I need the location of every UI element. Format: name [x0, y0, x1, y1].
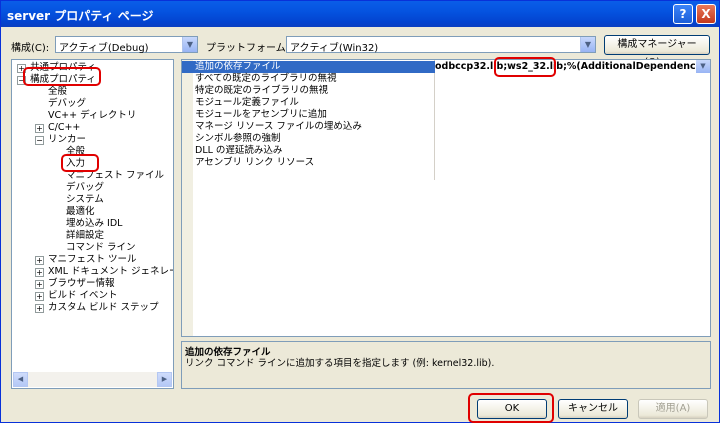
expand-icon[interactable]: + — [35, 304, 44, 313]
window-title: server プロパティ ページ — [7, 9, 154, 23]
expand-icon[interactable]: + — [35, 124, 44, 133]
grid-row-name: 追加の依存ファイル — [195, 61, 281, 72]
grid-row[interactable]: シンボル参照の強制 — [182, 133, 710, 145]
highlight-input — [61, 154, 99, 172]
config-select[interactable]: アクティブ(Debug) ▼ — [55, 36, 198, 54]
help-button[interactable]: ? — [673, 4, 693, 24]
tree-item-browse-info[interactable]: ブラウザー情報 — [48, 278, 115, 290]
grid-row[interactable]: マネージ リソース ファイルの埋め込み — [182, 121, 710, 133]
grid-row[interactable]: すべての既定のライブラリの無視 — [182, 73, 710, 85]
property-grid[interactable]: 追加の依存ファイル odbccp32.lib;ws2_32.lib;%(Addi… — [181, 59, 711, 337]
expand-icon[interactable]: + — [35, 280, 44, 289]
tree-item-linker-embedded-idl[interactable]: 埋め込み IDL — [66, 218, 122, 230]
tree-item-custom-build[interactable]: カスタム ビルド ステップ — [48, 302, 159, 314]
value-suffix: ;%(AdditionalDependencies) — [563, 61, 696, 72]
grid-row[interactable]: DLL の遅延読み込み — [182, 145, 710, 157]
title-bar[interactable]: server プロパティ ページ ? X — [1, 1, 719, 27]
expand-icon[interactable]: + — [35, 268, 44, 277]
grid-row-name: シンボル参照の強制 — [195, 133, 281, 144]
property-tree[interactable]: + 共通プロパティ − 構成プロパティ 全般 デバッグ VC++ ディレクトリ … — [11, 59, 174, 389]
tree-item-build-events[interactable]: ビルド イベント — [48, 290, 118, 302]
highlight-ws2-lib — [494, 57, 556, 77]
dependencies-value-field[interactable]: odbccp32.lib;ws2_32.lib;%(AdditionalDepe… — [435, 61, 696, 73]
tree-item-linker-system[interactable]: システム — [66, 194, 104, 206]
description-text: リンク コマンド ラインに追加する項目を指定します (例: kernel32.l… — [185, 358, 495, 369]
tree-item-cpp[interactable]: C/C++ — [48, 122, 80, 134]
config-label: 構成(C): — [11, 43, 50, 54]
chevron-down-icon: ▼ — [580, 37, 595, 52]
description-panel: 追加の依存ファイル リンク コマンド ラインに追加する項目を指定します (例: … — [181, 341, 711, 389]
platform-select-value: アクティブ(Win32) — [290, 43, 379, 54]
expand-icon[interactable]: + — [35, 256, 44, 265]
grid-row-name: アセンブリ リンク リソース — [195, 157, 315, 168]
cancel-button[interactable]: キャンセル — [558, 399, 628, 419]
tree-item-linker-debug[interactable]: デバッグ — [66, 182, 104, 194]
grid-row-name: DLL の遅延読み込み — [195, 145, 283, 156]
tree-item-xml-doc[interactable]: XML ドキュメント ジェネレーター — [48, 266, 173, 278]
tree-horizontal-scrollbar[interactable]: ◀ ▶ — [13, 372, 172, 387]
platform-select[interactable]: アクティブ(Win32) ▼ — [286, 36, 596, 54]
chevron-down-icon: ▼ — [182, 37, 197, 52]
tree-item-linker[interactable]: リンカー — [48, 134, 86, 146]
chevron-down-icon[interactable]: ▼ — [696, 60, 710, 73]
apply-button[interactable]: 適用(A) — [638, 399, 708, 419]
collapse-icon[interactable]: − — [35, 136, 44, 145]
grid-row[interactable]: モジュールをアセンブリに追加 — [182, 109, 710, 121]
tree-item-vc-dirs[interactable]: VC++ ディレクトリ — [48, 110, 136, 122]
properties-dialog: server プロパティ ページ ? X 構成(C): アクティブ(Debug)… — [0, 0, 720, 423]
tree-item-linker-optimization[interactable]: 最適化 — [66, 206, 95, 218]
scroll-left-icon[interactable]: ◀ — [13, 372, 28, 387]
grid-row-name: 特定の既定のライブラリの無視 — [195, 85, 329, 96]
grid-row[interactable]: アセンブリ リンク リソース — [182, 157, 710, 169]
grid-row[interactable]: モジュール定義ファイル — [182, 97, 710, 109]
grid-row[interactable]: 特定の既定のライブラリの無視 — [182, 85, 710, 97]
grid-row-name: モジュールをアセンブリに追加 — [195, 109, 327, 120]
tree-item-general[interactable]: 全般 — [48, 86, 67, 98]
expand-icon[interactable]: + — [35, 292, 44, 301]
grid-row-name: すべての既定のライブラリの無視 — [195, 73, 337, 84]
grid-row-name: モジュール定義ファイル — [195, 97, 299, 108]
grid-row-name: マネージ リソース ファイルの埋め込み — [195, 121, 362, 132]
tree-item-linker-command-line[interactable]: コマンド ライン — [66, 242, 136, 254]
close-button[interactable]: X — [696, 4, 716, 24]
tree-item-manifest-tool[interactable]: マニフェスト ツール — [48, 254, 137, 266]
highlight-ok-button — [468, 393, 554, 423]
config-manager-button[interactable]: 構成マネージャー(O)... — [604, 35, 710, 68]
tree-item-debugging[interactable]: デバッグ — [48, 98, 86, 110]
tree-item-linker-advanced[interactable]: 詳細設定 — [66, 230, 104, 242]
config-select-value: アクティブ(Debug) — [59, 43, 149, 54]
highlight-config-props — [23, 67, 101, 86]
scroll-right-icon[interactable]: ▶ — [157, 372, 172, 387]
